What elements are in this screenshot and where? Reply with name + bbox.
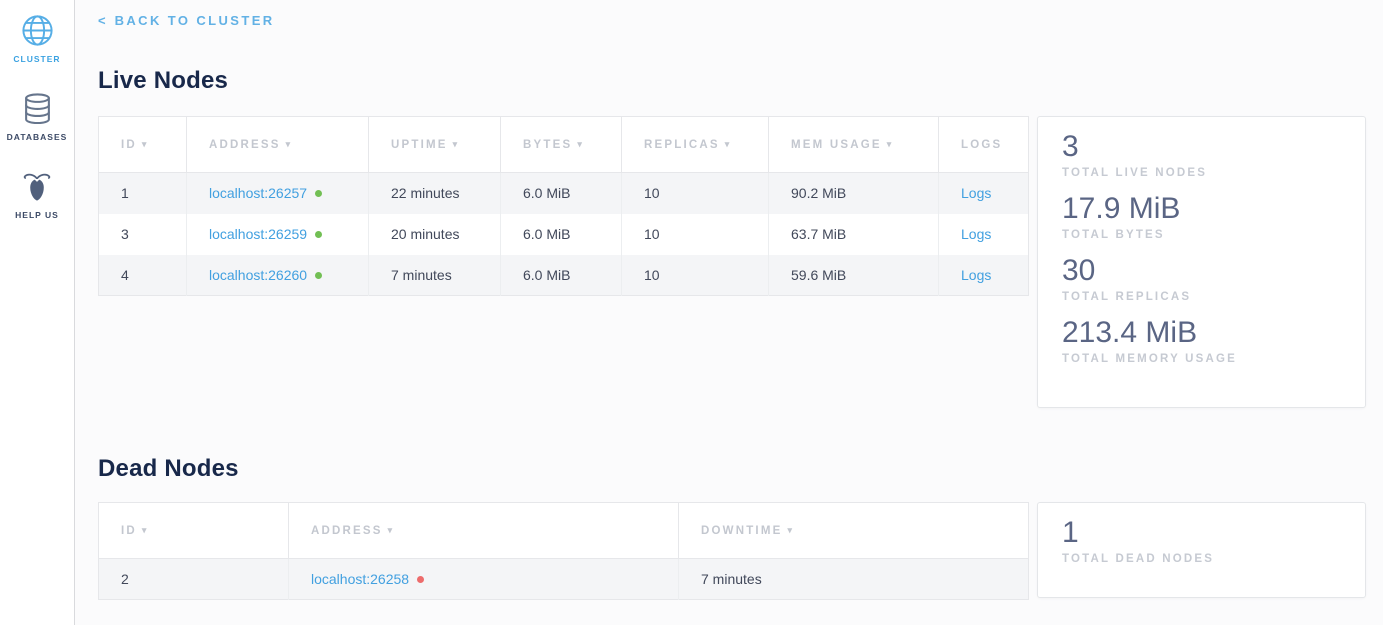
node-address-link[interactable]: localhost:26259 [209, 226, 307, 242]
dead-nodes-summary-card: 1 TOTAL DEAD NODES [1037, 502, 1366, 598]
sidebar-item-label: CLUSTER [13, 54, 60, 64]
node-address-cell: localhost:26257 [187, 173, 369, 214]
node-bytes-cell: 6.0 MiB [501, 214, 622, 255]
live-status-dot-icon [315, 190, 322, 197]
live-status-dot-icon [315, 272, 322, 279]
node-id-cell: 4 [99, 255, 187, 296]
stat-total-memory-usage: 213.4 MiB TOTAL MEMORY USAGE [1062, 316, 1341, 365]
stat-label: TOTAL MEMORY USAGE [1062, 353, 1341, 365]
globe-icon [20, 12, 55, 48]
column-header-address[interactable]: ADDRESS▾ [187, 117, 369, 173]
sidebar-item-label: HELP US [15, 210, 59, 220]
stat-value: 30 [1062, 254, 1341, 288]
stat-value: 3 [1062, 130, 1341, 164]
sort-arrow-icon: ▾ [142, 525, 149, 535]
stat-value: 213.4 MiB [1062, 316, 1341, 350]
node-bytes-cell: 6.0 MiB [501, 173, 622, 214]
sort-arrow-icon: ▾ [142, 139, 149, 149]
node-mem-usage-cell: 90.2 MiB [769, 173, 939, 214]
stat-label: TOTAL LIVE NODES [1062, 167, 1341, 179]
node-mem-usage-cell: 63.7 MiB [769, 214, 939, 255]
node-id-cell: 2 [99, 559, 289, 600]
logs-link[interactable]: Logs [961, 226, 991, 242]
stat-total-dead-nodes: 1 TOTAL DEAD NODES [1062, 516, 1341, 565]
database-icon [23, 90, 52, 126]
node-bytes-cell: 6.0 MiB [501, 255, 622, 296]
sidebar-item-cluster[interactable]: CLUSTER [0, 12, 74, 64]
stat-value: 1 [1062, 516, 1341, 550]
node-logs-cell: Logs [939, 214, 1029, 255]
dead-nodes-section: ID▾ ADDRESS▾ DOWNTIME▾ 2 localhost:26258… [98, 502, 1366, 600]
stat-value: 17.9 MiB [1062, 192, 1341, 226]
live-nodes-section: ID▾ ADDRESS▾ UPTIME▾ BYTES▾ REPLICAS▾ ME… [98, 116, 1366, 408]
node-uptime-cell: 22 minutes [369, 173, 501, 214]
column-header-logs: LOGS [939, 117, 1029, 173]
node-replicas-cell: 10 [622, 255, 769, 296]
dead-table-header-row: ID▾ ADDRESS▾ DOWNTIME▾ [99, 503, 1029, 559]
dead-nodes-table: ID▾ ADDRESS▾ DOWNTIME▾ 2 localhost:26258… [98, 502, 1029, 600]
sidebar-item-help-us[interactable]: HELP US [0, 168, 74, 220]
stat-label: TOTAL DEAD NODES [1062, 553, 1341, 565]
live-status-dot-icon [315, 231, 322, 238]
node-address-cell: localhost:26259 [187, 214, 369, 255]
node-address-link[interactable]: localhost:26258 [311, 571, 409, 587]
sort-arrow-icon: ▾ [577, 139, 584, 149]
dead-status-dot-icon [417, 576, 424, 583]
node-replicas-cell: 10 [622, 214, 769, 255]
stat-total-live-nodes: 3 TOTAL LIVE NODES [1062, 130, 1341, 179]
back-to-cluster-label: BACK TO CLUSTER [115, 13, 275, 28]
node-logs-cell: Logs [939, 173, 1029, 214]
column-header-mem-usage[interactable]: MEM USAGE▾ [769, 117, 939, 173]
column-header-downtime[interactable]: DOWNTIME▾ [679, 503, 1029, 559]
column-header-replicas[interactable]: REPLICAS▾ [622, 117, 769, 173]
column-header-id[interactable]: ID▾ [99, 503, 289, 559]
stat-label: TOTAL REPLICAS [1062, 291, 1341, 303]
sidebar: CLUSTER DATABASES HELP US [0, 0, 75, 625]
node-uptime-cell: 7 minutes [369, 255, 501, 296]
dead-nodes-title: Dead Nodes [98, 455, 1366, 483]
live-nodes-title: Live Nodes [98, 67, 1366, 95]
sidebar-item-databases[interactable]: DATABASES [0, 90, 74, 142]
live-nodes-table: ID▾ ADDRESS▾ UPTIME▾ BYTES▾ REPLICAS▾ ME… [98, 116, 1029, 296]
stat-label: TOTAL BYTES [1062, 229, 1341, 241]
chevron-left-icon: < [98, 13, 106, 28]
back-to-cluster-link[interactable]: < BACK TO CLUSTER [98, 13, 275, 28]
node-replicas-cell: 10 [622, 173, 769, 214]
logs-link[interactable]: Logs [961, 185, 991, 201]
node-address-cell: localhost:26260 [187, 255, 369, 296]
sort-arrow-icon: ▾ [787, 525, 794, 535]
table-row: 3 localhost:26259 20 minutes 6.0 MiB 10 … [99, 214, 1029, 255]
column-header-bytes[interactable]: BYTES▾ [501, 117, 622, 173]
cockroach-icon [21, 168, 53, 204]
logs-link[interactable]: Logs [961, 267, 991, 283]
node-address-cell: localhost:26258 [289, 559, 679, 600]
node-mem-usage-cell: 59.6 MiB [769, 255, 939, 296]
node-logs-cell: Logs [939, 255, 1029, 296]
sort-arrow-icon: ▾ [887, 139, 894, 149]
table-row: 2 localhost:26258 7 minutes [99, 559, 1029, 600]
node-id-cell: 1 [99, 173, 187, 214]
node-id-cell: 3 [99, 214, 187, 255]
stat-total-bytes: 17.9 MiB TOTAL BYTES [1062, 192, 1341, 241]
column-header-uptime[interactable]: UPTIME▾ [369, 117, 501, 173]
sidebar-item-label: DATABASES [7, 132, 68, 142]
stat-total-replicas: 30 TOTAL REPLICAS [1062, 254, 1341, 303]
sort-arrow-icon: ▾ [286, 139, 293, 149]
sort-arrow-icon: ▾ [453, 139, 460, 149]
node-uptime-cell: 20 minutes [369, 214, 501, 255]
node-address-link[interactable]: localhost:26260 [209, 267, 307, 283]
table-row: 4 localhost:26260 7 minutes 6.0 MiB 10 5… [99, 255, 1029, 296]
live-table-header-row: ID▾ ADDRESS▾ UPTIME▾ BYTES▾ REPLICAS▾ ME… [99, 117, 1029, 173]
node-downtime-cell: 7 minutes [679, 559, 1029, 600]
column-header-address[interactable]: ADDRESS▾ [289, 503, 679, 559]
sort-arrow-icon: ▾ [725, 139, 732, 149]
node-address-link[interactable]: localhost:26257 [209, 185, 307, 201]
sort-arrow-icon: ▾ [388, 525, 395, 535]
main-content: < BACK TO CLUSTER Live Nodes ID▾ ADDRESS… [75, 0, 1383, 600]
column-header-id[interactable]: ID▾ [99, 117, 187, 173]
table-row: 1 localhost:26257 22 minutes 6.0 MiB 10 … [99, 173, 1029, 214]
live-nodes-summary-card: 3 TOTAL LIVE NODES 17.9 MiB TOTAL BYTES … [1037, 116, 1366, 408]
